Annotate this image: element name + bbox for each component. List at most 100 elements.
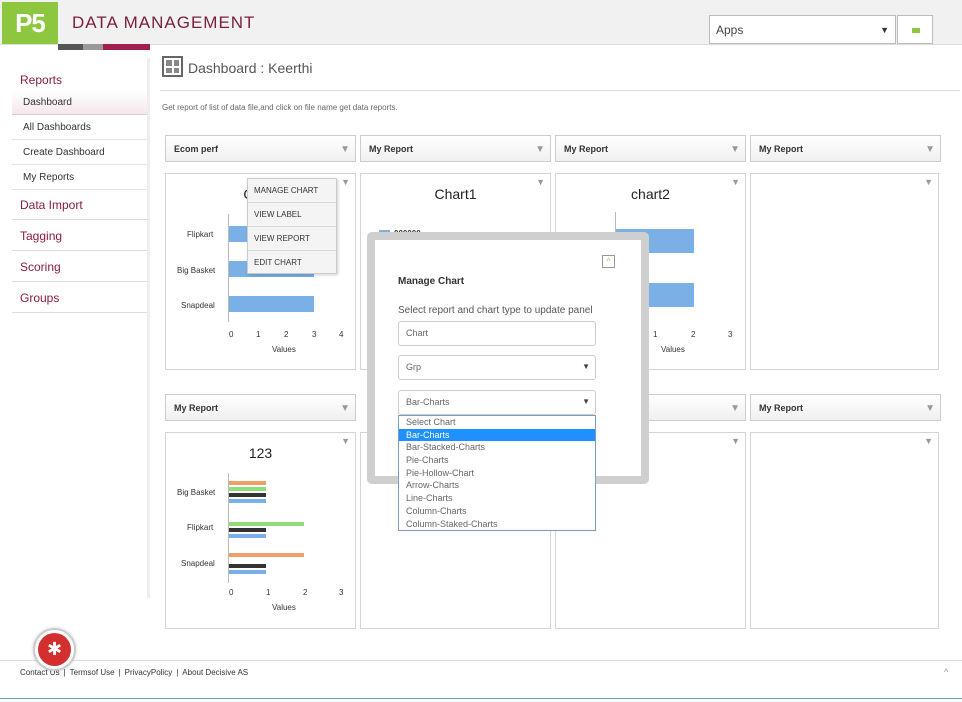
- x-axis-label: Values: [661, 345, 685, 354]
- x-axis-label: Values: [272, 345, 296, 354]
- footer-divider: [0, 660, 962, 661]
- sidebar-item-data-import[interactable]: Data Import: [12, 191, 147, 220]
- dropdown-option[interactable]: Bar-Stacked-Charts: [399, 441, 595, 454]
- collapse-icon[interactable]: ^: [602, 255, 615, 268]
- bug-icon: ✱: [38, 633, 71, 666]
- tick-label: 2: [284, 330, 289, 339]
- sidebar-item-all-dashboards[interactable]: All Dashboards: [12, 116, 147, 140]
- report-select-1[interactable]: Ecom perf ▼: [165, 135, 356, 162]
- category-label: Snapdeal: [181, 301, 215, 310]
- chevron-down-icon: ▼: [880, 25, 889, 35]
- bar: [229, 487, 266, 491]
- scroll-top-icon[interactable]: ^: [944, 667, 948, 677]
- chart-title: 123: [248, 445, 273, 461]
- sidebar-item-tagging[interactable]: Tagging: [12, 222, 147, 251]
- panel-menu-icon[interactable]: ▼: [731, 436, 740, 446]
- apps-select[interactable]: Apps ▼: [709, 15, 896, 44]
- dropdown-option[interactable]: Column-Staked-Charts: [399, 518, 595, 531]
- category-label: Flipkart: [187, 230, 214, 239]
- apps-select-value: Apps: [716, 23, 744, 37]
- menu-item-view-report[interactable]: VIEW REPORT: [248, 227, 336, 251]
- panel-menu-icon[interactable]: ▼: [924, 436, 933, 446]
- bottom-border: [0, 698, 962, 699]
- app-title: DATA MANAGEMENT: [72, 13, 256, 32]
- dropdown-option[interactable]: Pie-Charts: [399, 454, 595, 467]
- page-description: Get report of list of data file,and clic…: [162, 103, 398, 112]
- report-select-5[interactable]: My Report ▼: [165, 394, 356, 421]
- menu-button[interactable]: [897, 15, 933, 44]
- chevron-down-icon: ▼: [582, 362, 590, 371]
- sidebar: Reports Dashboard All Dashboards Create …: [0, 58, 150, 598]
- panel-menu-icon[interactable]: ▼: [924, 177, 933, 187]
- tick-label: 2: [691, 330, 696, 339]
- menu-item-manage-chart[interactable]: MANAGE CHART: [248, 179, 336, 203]
- sidebar-item-dashboard[interactable]: Dashboard: [12, 91, 147, 115]
- chevron-down-icon: ▼: [730, 403, 740, 414]
- divider: [160, 90, 960, 91]
- tick-label: 0: [229, 588, 234, 597]
- dropdown-option[interactable]: Column-Charts: [399, 505, 595, 518]
- bar: [229, 534, 266, 538]
- tick-label: 1: [266, 588, 271, 597]
- dropdown-option[interactable]: Arrow-Charts: [399, 479, 595, 492]
- p5-logo[interactable]: P5: [2, 2, 58, 44]
- dropdown-option[interactable]: Pie-Hollow-Chart: [399, 467, 595, 480]
- chart-type-dropdown-list: Select Chart Bar-Charts Bar-Stacked-Char…: [398, 415, 596, 531]
- bar: [229, 499, 266, 503]
- dropdown-option[interactable]: Line-Charts: [399, 492, 595, 505]
- chevron-down-icon: ▼: [340, 403, 350, 414]
- tick-label: 4: [339, 330, 344, 339]
- bar: [229, 553, 304, 557]
- tick-label: 1: [256, 330, 261, 339]
- category-label: Big Basket: [177, 488, 216, 497]
- header-stripes: [58, 44, 150, 50]
- chart-panel-4: ▼: [750, 173, 939, 370]
- chart-title: chart2: [631, 186, 670, 202]
- x-axis-label: Values: [272, 603, 296, 612]
- chevron-down-icon: ▼: [925, 144, 935, 155]
- bar: [229, 528, 266, 532]
- report-select-8[interactable]: My Report ▼: [750, 394, 941, 421]
- tick-label: 3: [312, 330, 317, 339]
- sidebar-item-create-dashboard[interactable]: Create Dashboard: [12, 141, 147, 165]
- report-select-2[interactable]: My Report ▼: [360, 135, 551, 162]
- bar: [229, 564, 266, 568]
- chart-panel-5: ▼ 123 Big Basket Flipkart Snapdeal 0 1 2…: [165, 432, 356, 629]
- modal-title: Manage Chart: [398, 276, 465, 287]
- footer-link-terms[interactable]: Termsof Use: [66, 668, 119, 677]
- dropdown-option-selected[interactable]: Bar-Charts: [399, 428, 595, 442]
- sidebar-item-groups[interactable]: Groups: [12, 284, 147, 313]
- dropdown-option[interactable]: Select Chart: [399, 416, 595, 429]
- page-title: Dashboard : Keerthi: [188, 60, 313, 76]
- tick-label: 3: [728, 330, 733, 339]
- chevron-down-icon: ▼: [582, 397, 590, 406]
- footer-link-about[interactable]: About Decisive AS: [178, 668, 252, 677]
- panel-context-menu: MANAGE CHART VIEW LABEL VIEW REPORT EDIT…: [247, 178, 337, 274]
- bar: [229, 522, 304, 526]
- chart-panel-8: ▼: [750, 432, 939, 629]
- tick-label: 0: [229, 330, 234, 339]
- menu-icon: [912, 28, 920, 33]
- tick-label: 1: [653, 330, 658, 339]
- chevron-down-icon: ▼: [730, 144, 740, 155]
- tick-label: 2: [303, 588, 308, 597]
- chevron-down-icon: ▼: [535, 144, 545, 155]
- bar: [229, 570, 266, 574]
- chevron-down-icon: ▼: [925, 403, 935, 414]
- group-select[interactable]: Grp ▼: [398, 355, 596, 380]
- report-select-3[interactable]: My Report ▼: [555, 135, 746, 162]
- category-label: Snapdeal: [181, 559, 215, 568]
- report-select-4[interactable]: My Report ▼: [750, 135, 941, 162]
- footer-link-privacy[interactable]: PrivacyPolicy: [121, 668, 177, 677]
- chart-name-input[interactable]: Chart: [398, 321, 596, 346]
- bar: [229, 493, 266, 497]
- menu-item-view-label[interactable]: VIEW LABEL: [248, 203, 336, 227]
- chart-type-select[interactable]: Bar-Charts ▼: [398, 390, 596, 415]
- sidebar-item-my-reports[interactable]: My Reports: [12, 166, 147, 190]
- category-label: Flipkart: [187, 523, 214, 532]
- bug-report-button[interactable]: ✱: [33, 628, 76, 671]
- chevron-down-icon: ▼: [340, 144, 350, 155]
- bar: [229, 481, 266, 485]
- menu-item-edit-chart[interactable]: EDIT CHART: [248, 251, 336, 275]
- sidebar-item-scoring[interactable]: Scoring: [12, 253, 147, 282]
